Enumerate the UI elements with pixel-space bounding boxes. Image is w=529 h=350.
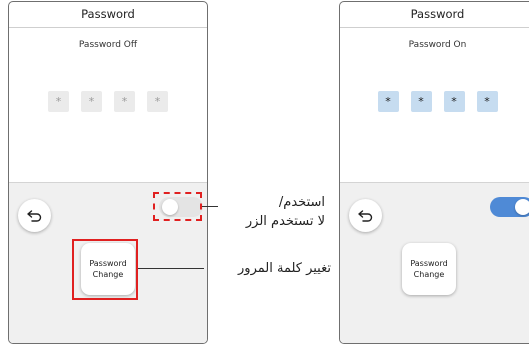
back-button[interactable] bbox=[18, 199, 51, 232]
button-label-line2: Change bbox=[413, 270, 445, 279]
toggle-knob bbox=[515, 199, 529, 215]
pin-display: * * * * bbox=[9, 91, 207, 112]
toggle-leader-line bbox=[202, 206, 218, 207]
pin-digit: * bbox=[443, 91, 465, 112]
back-arrow-icon bbox=[358, 209, 373, 222]
toggle-highlight-box bbox=[153, 192, 202, 221]
pin-digit: * bbox=[147, 91, 168, 112]
screen-title: Password bbox=[340, 2, 529, 28]
back-button[interactable] bbox=[349, 199, 382, 232]
control-panel: Password Change bbox=[340, 182, 529, 343]
screen-title: Password bbox=[9, 2, 207, 28]
toggle-callout-line1: استخدم/ bbox=[278, 195, 325, 210]
change-leader-line bbox=[138, 268, 204, 269]
pin-digit: * bbox=[476, 91, 498, 112]
password-status: Password On bbox=[408, 40, 467, 50]
pin-display: * * * * bbox=[340, 91, 529, 112]
toggle-callout-line2: لا تستخدم الزر bbox=[245, 214, 325, 229]
password-status: Password Off bbox=[78, 40, 138, 50]
pin-digit: * bbox=[410, 91, 432, 112]
change-button-highlight-box bbox=[72, 239, 138, 300]
back-arrow-icon bbox=[27, 209, 42, 222]
pin-digit: * bbox=[81, 91, 102, 112]
button-label-line1: Password bbox=[410, 259, 448, 268]
change-callout-text: تغيير كلمة المرور bbox=[238, 261, 331, 276]
right-phone-screen: Password Password On * * * * Password Ch… bbox=[339, 1, 529, 344]
pin-digit: * bbox=[48, 91, 69, 112]
pin-digit: * bbox=[114, 91, 135, 112]
password-change-button[interactable]: Password Change bbox=[402, 243, 456, 295]
pin-digit: * bbox=[377, 91, 399, 112]
password-toggle[interactable] bbox=[490, 197, 529, 217]
toggle-callout: استخدم/ لا تستخدم الزر bbox=[220, 193, 325, 231]
change-callout: تغيير كلمة المرور bbox=[206, 259, 331, 278]
